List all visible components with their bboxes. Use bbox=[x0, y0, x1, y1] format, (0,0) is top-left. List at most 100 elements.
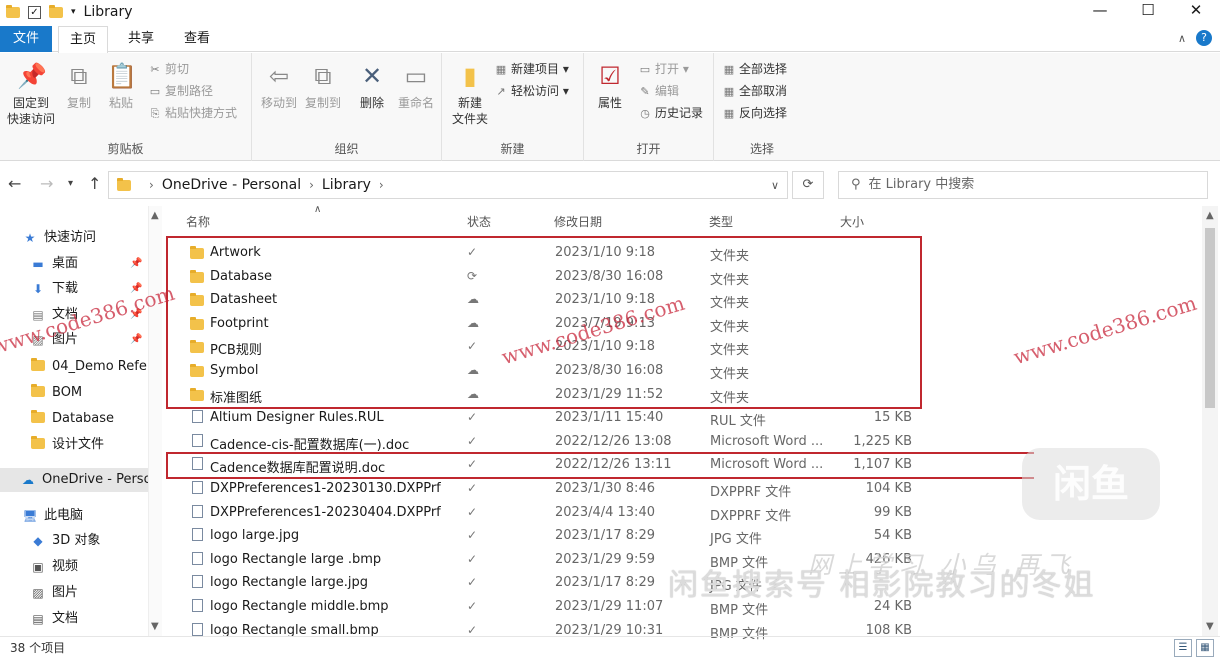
file-name[interactable]: Cadence-cis-配置数据库(一).doc bbox=[210, 434, 409, 453]
close-button[interactable]: ✕ bbox=[1172, 0, 1220, 22]
collapse-ribbon-icon[interactable]: ∧ bbox=[1178, 32, 1186, 45]
file-name[interactable]: logo Rectangle large .bmp bbox=[210, 552, 381, 567]
cube-icon: ◆ bbox=[33, 534, 43, 548]
chevron-right-icon[interactable]: › bbox=[309, 178, 314, 192]
copy-path-button[interactable]: ▭ 复制路径 bbox=[148, 81, 213, 101]
nav-item-videos[interactable]: ▣ 视频 bbox=[30, 555, 78, 579]
recent-locations-icon[interactable]: ▾ bbox=[68, 178, 73, 189]
file-type: JPG 文件 bbox=[710, 532, 762, 548]
nav-item-design-files[interactable]: 设计文件 bbox=[30, 433, 104, 457]
document-icon: ▤ bbox=[32, 612, 44, 626]
nav-item-pc-documents[interactable]: ▤ 文档 bbox=[30, 607, 78, 631]
select-none-label: 全部取消 bbox=[739, 84, 788, 98]
file-list-scrollbar[interactable]: ▲ ▼ bbox=[1202, 206, 1218, 636]
tab-view[interactable]: 查看 bbox=[174, 26, 220, 52]
details-view-icon[interactable]: ☰ bbox=[1174, 639, 1192, 657]
tab-file[interactable]: 文件 bbox=[0, 26, 52, 52]
copy-button[interactable]: ⧉ 复制 bbox=[60, 61, 98, 111]
properties-icon: ☑ bbox=[599, 62, 621, 90]
delete-button[interactable]: ✕ 删除 bbox=[352, 61, 392, 111]
breadcrumb-onedrive[interactable]: OneDrive - Personal bbox=[162, 177, 301, 193]
nav-item-desktop[interactable]: ▬ 桌面 bbox=[30, 252, 78, 276]
select-none-button[interactable]: ▦ 全部取消 bbox=[722, 81, 787, 101]
address-bar[interactable]: › OneDrive - Personal › Library › ∨ bbox=[108, 171, 788, 199]
large-icons-view-icon[interactable]: ▦ bbox=[1196, 639, 1214, 657]
highlight-box-folders bbox=[166, 236, 922, 409]
paste-shortcut-button[interactable]: ⎘ 粘贴快捷方式 bbox=[148, 103, 237, 123]
file-name[interactable]: logo large.jpg bbox=[210, 528, 299, 543]
nav-item-downloads[interactable]: ⬇ 下载 bbox=[30, 277, 78, 301]
column-size[interactable]: 大小 bbox=[840, 213, 864, 230]
file-name[interactable]: DXPPreferences1-20230404.DXPPrf bbox=[210, 505, 441, 520]
nav-onedrive[interactable]: ☁ OneDrive - Perso bbox=[20, 468, 148, 492]
chevron-right-icon[interactable]: › bbox=[379, 178, 384, 192]
scroll-up-icon[interactable]: ▲ bbox=[151, 210, 159, 221]
chevron-right-icon[interactable]: › bbox=[149, 178, 154, 192]
customize-quick-access-icon[interactable]: ▾ bbox=[71, 7, 76, 17]
tab-share[interactable]: 共享 bbox=[118, 26, 164, 52]
rename-button[interactable]: ▭ 重命名 bbox=[394, 61, 438, 111]
scroll-up-icon[interactable]: ▲ bbox=[1206, 210, 1214, 221]
file-size: 1,225 KB bbox=[853, 433, 912, 449]
nav-item-bom[interactable]: BOM bbox=[30, 381, 82, 405]
file-list-header: ∧ 名称 状态 修改日期 类型 大小 bbox=[162, 204, 1202, 234]
search-input[interactable]: ⚲ 在 Library 中搜索 bbox=[838, 171, 1208, 199]
move-to-icon: ⇦ bbox=[268, 62, 290, 90]
maximize-button[interactable]: ☐ bbox=[1124, 0, 1172, 22]
nav-this-pc[interactable]: 🖥 此电脑 bbox=[22, 504, 83, 528]
scroll-down-icon[interactable]: ▼ bbox=[151, 621, 159, 632]
pin-icon[interactable]: 📌 bbox=[130, 334, 142, 345]
scrollbar-thumb[interactable] bbox=[1205, 228, 1215, 408]
watermark-caption: 闲鱼搜索号 相影院教习的冬姐 bbox=[668, 568, 1096, 603]
properties-quick-icon[interactable]: ✓ bbox=[28, 5, 41, 19]
nav-item-database[interactable]: Database bbox=[30, 407, 114, 431]
select-group-label: 选择 bbox=[749, 142, 774, 156]
copy-to-button[interactable]: ⧉ 复制到 bbox=[302, 61, 344, 111]
address-dropdown-icon[interactable]: ∨ bbox=[771, 179, 779, 192]
new-folder-button[interactable]: ▮ 新建 文件夹 bbox=[446, 61, 494, 127]
nav-quick-access[interactable]: ★ 快速访问 bbox=[22, 226, 96, 250]
forward-arrow-icon[interactable]: → bbox=[40, 174, 53, 193]
new-item-button[interactable]: ▦ 新建项目 ▾ bbox=[494, 59, 569, 79]
back-arrow-icon[interactable]: ← bbox=[8, 174, 21, 193]
paste-label: 粘贴 bbox=[108, 96, 133, 110]
file-name[interactable]: logo Rectangle middle.bmp bbox=[210, 599, 388, 614]
move-to-button[interactable]: ⇦ 移动到 bbox=[258, 61, 300, 111]
file-name[interactable]: Altium Designer Rules.RUL bbox=[210, 410, 384, 425]
delete-label: 删除 bbox=[359, 96, 384, 110]
select-all-icon: ▦ bbox=[723, 63, 735, 76]
properties-button[interactable]: ☑ 属性 bbox=[590, 61, 630, 111]
rename-icon: ▭ bbox=[404, 62, 428, 90]
pin-icon[interactable]: 📌 bbox=[130, 258, 142, 269]
column-status[interactable]: 状态 bbox=[467, 213, 491, 230]
easy-access-button[interactable]: ↗ 轻松访问 ▾ bbox=[494, 81, 568, 101]
open-button[interactable]: ▭ 打开 ▾ bbox=[638, 59, 689, 79]
refresh-button[interactable]: ⟳ bbox=[792, 171, 824, 199]
history-button[interactable]: ◷ 历史记录 bbox=[638, 103, 703, 123]
minimize-button[interactable]: — bbox=[1076, 0, 1124, 22]
up-arrow-icon[interactable]: ↑ bbox=[88, 174, 101, 193]
nav-item-pc-pictures[interactable]: ▨ 图片 bbox=[30, 581, 78, 605]
scroll-down-icon[interactable]: ▼ bbox=[1206, 621, 1214, 632]
nav-item-demo-ref[interactable]: 04_Demo Refer bbox=[30, 355, 148, 379]
nav-pane-scrollbar[interactable]: ▲ ▼ bbox=[148, 206, 162, 636]
column-type[interactable]: 类型 bbox=[709, 213, 733, 230]
file-name[interactable]: logo Rectangle large.jpg bbox=[210, 575, 368, 590]
new-folder-quick-icon[interactable] bbox=[49, 4, 63, 18]
tab-home[interactable]: 主页 bbox=[58, 26, 108, 53]
invert-selection-button[interactable]: ▦ 反向选择 bbox=[722, 103, 787, 123]
column-name[interactable]: 名称 bbox=[186, 213, 210, 230]
nav-item-label: 文档 bbox=[52, 611, 79, 626]
column-modified[interactable]: 修改日期 bbox=[554, 213, 602, 230]
file-row[interactable]: Altium Designer Rules.RUL ✓ 2023/1/11 15:4… bbox=[162, 407, 1202, 431]
cut-button[interactable]: ✂ 剪切 bbox=[148, 59, 189, 79]
select-all-button[interactable]: ▦ 全部选择 bbox=[722, 59, 787, 79]
edit-button[interactable]: ✎ 编辑 bbox=[638, 81, 679, 101]
pin-quick-access-button[interactable]: 📌 固定到 快速访问 bbox=[2, 61, 60, 127]
paste-button[interactable]: 📋 粘贴 bbox=[102, 61, 140, 111]
open-icon: ▭ bbox=[639, 63, 651, 76]
breadcrumb-library[interactable]: Library bbox=[322, 177, 371, 193]
nav-item-3d-objects[interactable]: ◆ 3D 对象 bbox=[30, 529, 100, 553]
help-icon[interactable]: ? bbox=[1196, 30, 1212, 46]
file-name[interactable]: DXPPreferences1-20230130.DXPPrf bbox=[210, 481, 441, 496]
